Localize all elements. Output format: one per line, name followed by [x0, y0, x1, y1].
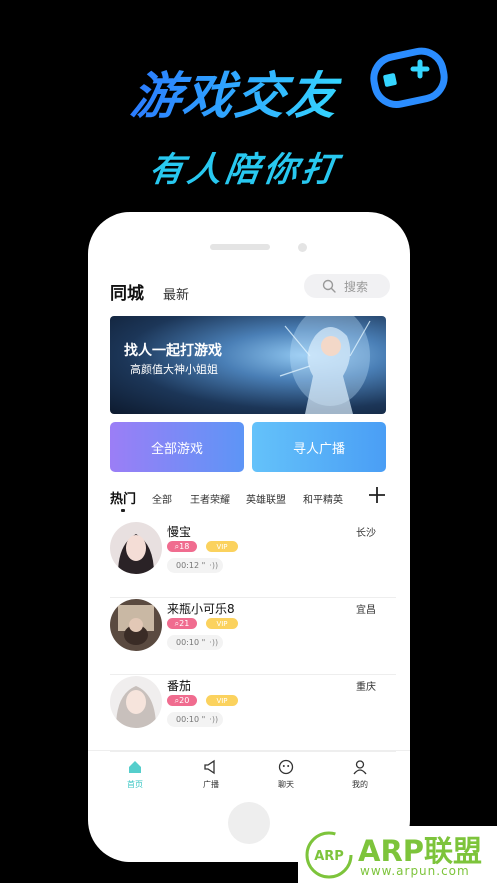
- phone-camera: [298, 243, 307, 252]
- voice-wave-icon: ·)): [209, 638, 219, 647]
- promo-title: 游戏交友: [127, 56, 345, 128]
- tab-city[interactable]: 同城: [110, 279, 144, 304]
- tabbar-item-profile[interactable]: 我的: [340, 759, 380, 790]
- search-input[interactable]: 搜索: [304, 274, 390, 298]
- message-count-badge: ⌕ 18: [167, 541, 197, 552]
- category-tab-all[interactable]: 全部: [152, 491, 172, 506]
- banner-character-image: [279, 316, 371, 414]
- search-icon: [322, 279, 336, 293]
- banner-title: 找人一起打游戏: [124, 343, 222, 359]
- list-item[interactable]: 来瓶小可乐8 宜昌 ⌕ 21 VIP 00:10 " ·)): [110, 599, 396, 675]
- voice-wave-icon: ·)): [209, 561, 219, 570]
- svg-text:ARP: ARP: [314, 849, 344, 864]
- tabbar-item-chat[interactable]: 聊天: [266, 759, 306, 790]
- active-tab-indicator: [121, 509, 125, 512]
- megaphone-icon: [204, 759, 215, 775]
- tab-latest[interactable]: 最新: [163, 284, 189, 303]
- category-tab-peacekeeper-elite[interactable]: 和平精英: [303, 491, 343, 506]
- message-count-badge: ⌕ 21: [167, 618, 197, 629]
- chat-face-icon: [278, 759, 294, 775]
- list-item[interactable]: 慢宝 长沙 ⌕ 18 VIP 00:12 " ·)): [110, 522, 396, 598]
- user-name: 番茄: [167, 679, 192, 693]
- promo-subtitle: 有人陪你打: [146, 150, 343, 190]
- all-games-button[interactable]: 全部游戏: [110, 422, 244, 472]
- phone-mockup: 同城 最新 搜索 找人一起打游戏 高颜值大神小姐姐 全部游戏 寻人广播 热门 全…: [88, 212, 410, 862]
- user-icon: [353, 760, 367, 775]
- gamepad-icon: [370, 47, 448, 108]
- category-tabs: 热门 全部 王者荣耀 英雄联盟 和平精英: [110, 486, 390, 516]
- voice-wave-icon: ·)): [209, 715, 219, 724]
- voice-message[interactable]: 00:10 " ·)): [167, 635, 223, 650]
- tabbar-item-broadcast[interactable]: 广播: [191, 759, 231, 790]
- home-icon: [129, 761, 141, 773]
- avatar: [110, 599, 162, 651]
- voice-message[interactable]: 00:12 " ·)): [167, 558, 223, 573]
- user-name: 慢宝: [167, 525, 192, 539]
- user-city: 长沙: [356, 528, 376, 539]
- user-city: 重庆: [356, 682, 376, 693]
- watermark-url: www.arpun.com: [360, 864, 470, 878]
- voice-message[interactable]: 00:10 " ·)): [167, 712, 223, 727]
- phone-speaker: [210, 244, 270, 250]
- bottom-tab-bar: 首页 广播 聊天 我的: [88, 750, 410, 796]
- list-item[interactable]: 番茄 重庆 ⌕ 20 VIP 00:10 " ·)): [110, 676, 396, 752]
- category-tab-hot[interactable]: 热门: [110, 488, 136, 507]
- add-category-icon[interactable]: [368, 486, 386, 504]
- search-placeholder: 搜索: [344, 279, 369, 294]
- user-name: 来瓶小可乐8: [167, 602, 235, 616]
- vip-badge: VIP: [206, 695, 238, 706]
- vip-badge: VIP: [206, 541, 238, 552]
- category-tab-lol[interactable]: 英雄联盟: [246, 491, 286, 506]
- tabbar-item-home[interactable]: 首页: [115, 759, 155, 790]
- avatar: [110, 676, 162, 728]
- avatar: [110, 522, 162, 574]
- arp-watermark: ARP ARP联盟 www.arpun.com: [298, 826, 497, 883]
- vip-badge: VIP: [206, 618, 238, 629]
- banner-subtitle: 高颜值大神小姐姐: [130, 363, 218, 376]
- arp-logo-icon: ARP: [305, 831, 353, 879]
- promo-banner[interactable]: 找人一起打游戏 高颜值大神小姐姐: [110, 316, 386, 414]
- user-city: 宜昌: [356, 605, 376, 616]
- category-tab-honor-of-kings[interactable]: 王者荣耀: [190, 491, 230, 506]
- phone-home-button: [228, 802, 270, 844]
- message-count-badge: ⌕ 20: [167, 695, 197, 706]
- find-broadcast-button[interactable]: 寻人广播: [252, 422, 386, 472]
